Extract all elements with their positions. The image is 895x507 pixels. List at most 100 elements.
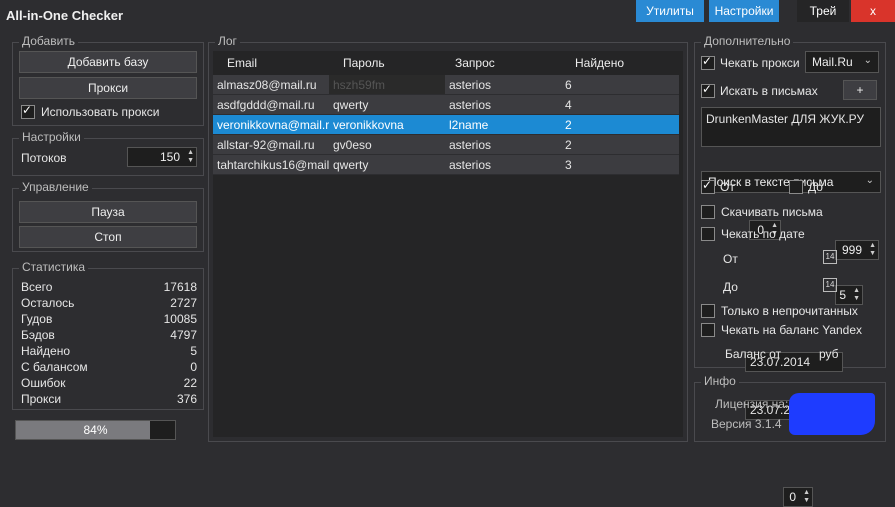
- search-in-letters-checkbox[interactable]: Искать в письмах: [701, 82, 818, 98]
- date-to-label: До: [723, 280, 738, 294]
- check-yandex-balance-label: Чекать на баланс Yandex: [721, 323, 863, 337]
- to-stepper[interactable]: 999 ▲ ▼: [835, 240, 879, 260]
- download-letters-check-icon: [701, 205, 715, 219]
- table-row[interactable]: asdfgddd@mail.ru qwerty asterios 4: [213, 94, 679, 115]
- search-text-field[interactable]: DrunkenMaster ДЛЯ ЖУК.РУ: [701, 107, 881, 147]
- cell-email: tahtarchikus16@mail.ru: [213, 154, 329, 175]
- stop-button[interactable]: Стоп: [19, 226, 197, 248]
- date-from-label: От: [723, 252, 738, 266]
- license-label: Лицензия на:: [715, 397, 789, 411]
- settings-button[interactable]: Настройки: [709, 0, 779, 22]
- download-letters-stepper[interactable]: 5 ▲ ▼: [835, 285, 863, 305]
- extra-group: Дополнительно Чекать прокси Mail.Ru ⌄ Ис…: [694, 34, 886, 507]
- progress-bar: 84%: [15, 420, 176, 440]
- log-group: Лог Email Пароль Запрос Найдено almasz08…: [208, 34, 688, 442]
- only-unread-check-icon: [701, 304, 715, 318]
- close-button[interactable]: x: [851, 0, 895, 22]
- from-checkbox[interactable]: От: [701, 178, 735, 194]
- stats-group-title: Статистика: [19, 260, 89, 274]
- column-request[interactable]: Запрос: [445, 51, 561, 75]
- cell-email: almasz08@mail.ru: [213, 75, 329, 95]
- log-header-row: Email Пароль Запрос Найдено: [213, 51, 679, 75]
- stat-label: С балансом: [21, 360, 88, 374]
- download-letters-checkbox[interactable]: Скачивать письма: [701, 205, 823, 219]
- info-group-title: Инфо: [701, 374, 739, 388]
- settings-group-title: Настройки: [19, 130, 84, 144]
- add-search-button[interactable]: +: [843, 80, 877, 100]
- window-title: All-in-One Checker: [6, 8, 124, 23]
- table-row[interactable]: veronikkovna@mail.ru veronikkovna l2name 2: [213, 114, 679, 135]
- add-group-title: Добавить: [19, 34, 79, 48]
- extra-group-title: Дополнительно: [701, 34, 794, 48]
- stats-list: Всего 17618 Осталось 2727 Гудов 10085 Бэдов 479…: [21, 279, 197, 407]
- check-by-date-checkbox[interactable]: Чекать по дате: [701, 227, 805, 241]
- check-yandex-balance-checkbox[interactable]: Чекать на баланс Yandex: [701, 323, 862, 337]
- column-password[interactable]: Пароль: [329, 51, 445, 75]
- log-table-container: Email Пароль Запрос Найдено almasz08@mai…: [213, 51, 683, 437]
- cell-found: 3: [561, 154, 679, 175]
- stat-label: Всего: [21, 280, 53, 294]
- threads-stepper[interactable]: 150 ▲ ▼: [127, 147, 197, 167]
- to-checkbox[interactable]: До: [789, 180, 823, 194]
- cell-found: 4: [561, 94, 679, 115]
- from-check-icon: [701, 178, 715, 194]
- cell-request: asterios: [445, 154, 561, 175]
- cell-found: 2: [561, 114, 679, 135]
- check-yandex-balance-check-icon: [701, 323, 715, 337]
- spin-arrows-icon[interactable]: ▲ ▼: [803, 489, 810, 505]
- stat-row: С балансом 0: [21, 359, 197, 375]
- balance-stepper[interactable]: 0 ▲ ▼: [783, 487, 813, 507]
- column-found[interactable]: Найдено: [561, 51, 679, 75]
- spin-arrows-icon[interactable]: ▲ ▼: [187, 149, 194, 165]
- use-proxy-check-icon: [21, 103, 35, 119]
- cell-request: asterios: [445, 94, 561, 115]
- column-email[interactable]: Email: [213, 51, 329, 75]
- check-proxy-label: Чекать прокси: [720, 56, 800, 70]
- control-group: Управление Пауза Стоп: [12, 180, 204, 252]
- table-row[interactable]: allstar-92@mail.ru gv0eso asterios 2: [213, 134, 679, 155]
- download-letters-value: 5: [839, 288, 846, 302]
- stat-row: Найдено 5: [21, 343, 197, 359]
- check-by-date-check-icon: [701, 227, 715, 241]
- to-value: 999: [841, 243, 862, 257]
- redaction-scribble: [789, 393, 875, 435]
- add-base-button[interactable]: Добавить базу: [19, 51, 197, 73]
- calendar-icon[interactable]: 14: [823, 278, 837, 292]
- cell-email: veronikkovna@mail.ru: [213, 114, 329, 135]
- use-proxy-checkbox[interactable]: Использовать прокси: [21, 103, 160, 119]
- calendar-icon[interactable]: 14: [823, 250, 837, 264]
- settings-group: Настройки Потоков 150 ▲ ▼: [12, 130, 204, 176]
- balance-label: Баланс от: [725, 347, 782, 361]
- cell-email: allstar-92@mail.ru: [213, 134, 329, 155]
- download-letters-label: Скачивать письма: [721, 205, 823, 219]
- table-row[interactable]: almasz08@mail.ru hszh59fm asterios 6: [213, 75, 679, 95]
- proxy-service-select[interactable]: Mail.Ru ⌄: [805, 51, 879, 73]
- stat-row: Осталось 2727: [21, 295, 197, 311]
- stat-value: 2727: [170, 296, 197, 310]
- stat-row: Ошибок 22: [21, 375, 197, 391]
- pause-button[interactable]: Пауза: [19, 201, 197, 223]
- proxy-service-value: Mail.Ru: [812, 55, 853, 69]
- only-unread-checkbox[interactable]: Только в непрочитанных: [701, 304, 858, 318]
- check-proxy-check-icon: [701, 54, 715, 70]
- cell-password: hszh59fm: [329, 75, 445, 95]
- spin-arrows-icon[interactable]: ▲ ▼: [853, 287, 860, 303]
- from-label: От: [720, 180, 735, 194]
- stat-value: 4797: [170, 328, 197, 342]
- cell-email: asdfgddd@mail.ru: [213, 94, 329, 115]
- stat-value: 17618: [163, 280, 197, 294]
- to-label: До: [808, 180, 823, 194]
- info-group: Инфо Лицензия на: Версия 3.1.4: [694, 374, 886, 442]
- spin-arrows-icon[interactable]: ▲ ▼: [869, 242, 876, 258]
- utilities-button[interactable]: Утилиты: [636, 0, 704, 22]
- log-group-title: Лог: [215, 34, 240, 48]
- tray-button[interactable]: Трей: [797, 0, 849, 22]
- table-row[interactable]: tahtarchikus16@mail.ruqwertyasterios3: [213, 154, 679, 175]
- search-in-letters-label: Искать в письмах: [720, 84, 818, 98]
- check-proxy-checkbox[interactable]: Чекать прокси: [701, 54, 800, 70]
- threads-label: Потоков: [21, 151, 67, 165]
- proxy-button[interactable]: Прокси: [19, 77, 197, 99]
- stat-row: Всего 17618: [21, 279, 197, 295]
- cell-found: 2: [561, 134, 679, 155]
- stat-label: Найдено: [21, 344, 71, 358]
